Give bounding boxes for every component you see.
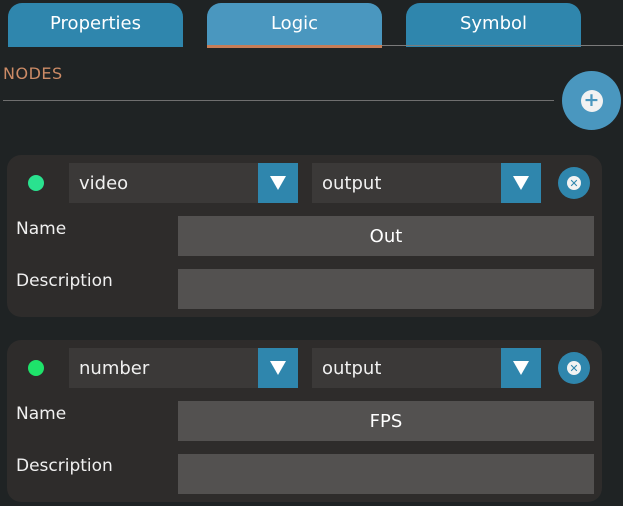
description-label: Description [16, 271, 113, 291]
section-divider [3, 100, 554, 101]
node-direction-select[interactable]: output [312, 348, 541, 388]
dropdown-arrow[interactable] [258, 163, 298, 203]
name-field[interactable] [178, 216, 594, 256]
name-label: Name [16, 219, 67, 239]
tab-bar-divider [382, 45, 623, 46]
tab-symbol[interactable]: Symbol [406, 3, 581, 47]
triangle-down-icon [270, 361, 286, 375]
close-icon: ✕ [567, 176, 581, 190]
node-type-value: video [79, 172, 129, 194]
description-field[interactable] [178, 454, 594, 494]
node-type-value: number [79, 357, 150, 379]
plus-icon: + [580, 89, 603, 112]
description-label: Description [16, 456, 113, 476]
status-indicator [28, 175, 44, 191]
tab-logic[interactable]: Logic [207, 3, 382, 47]
triangle-down-icon [513, 176, 529, 190]
section-title: NODES [3, 64, 63, 83]
triangle-down-icon [513, 361, 529, 375]
tab-bar: Properties Logic Symbol [0, 0, 623, 48]
name-field[interactable] [178, 401, 594, 441]
node-card: video output ✕ Name Description [7, 155, 602, 317]
node-direction-select[interactable]: output [312, 163, 541, 203]
remove-node-button[interactable]: ✕ [558, 352, 590, 384]
node-type-select[interactable]: video [69, 163, 298, 203]
close-icon: ✕ [567, 361, 581, 375]
dropdown-arrow[interactable] [501, 163, 541, 203]
add-node-button[interactable]: + [562, 71, 621, 130]
name-label: Name [16, 404, 67, 424]
remove-node-button[interactable]: ✕ [558, 167, 590, 199]
description-field[interactable] [178, 269, 594, 309]
dropdown-arrow[interactable] [258, 348, 298, 388]
status-indicator [28, 360, 44, 376]
node-type-select[interactable]: number [69, 348, 298, 388]
triangle-down-icon [270, 176, 286, 190]
active-tab-indicator [207, 45, 382, 48]
node-direction-value: output [322, 357, 382, 379]
node-direction-value: output [322, 172, 382, 194]
dropdown-arrow[interactable] [501, 348, 541, 388]
node-card: number output ✕ Name Description [7, 340, 602, 502]
tab-properties[interactable]: Properties [8, 3, 183, 47]
